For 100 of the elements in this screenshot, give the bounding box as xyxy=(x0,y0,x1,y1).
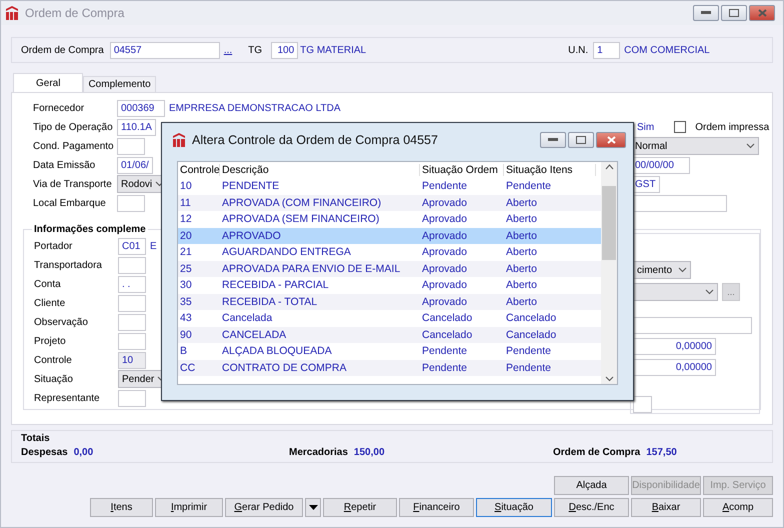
list-cell-text: Aprovado xyxy=(421,246,468,258)
list-cell-text: CANCELADA xyxy=(221,328,288,341)
list-row[interactable]: 11 APROVADA (COM FINANCEIRO) Aprovado Aberto xyxy=(178,194,601,211)
list-cell-text: Aprovado xyxy=(421,196,468,209)
list-cell-text: 20 xyxy=(179,230,193,242)
total-label: Mercadorias xyxy=(289,447,348,458)
column-header[interactable]: Descrição xyxy=(220,164,420,176)
list-cell-text: Pendente xyxy=(421,362,468,374)
action-button[interactable]: Financeiro xyxy=(399,498,474,517)
lookup-link[interactable]: ... xyxy=(224,44,232,56)
list-cell-text: Pendente xyxy=(505,362,552,374)
list-cell-text: Cancelado xyxy=(505,328,558,341)
list-cell-text: Aberto xyxy=(505,279,538,292)
field-label: Portador xyxy=(34,240,74,252)
field-label: Data Emissão xyxy=(33,160,96,170)
action-button[interactable]: Desc./Enc xyxy=(554,498,629,517)
text-field[interactable]: 00/00/00 xyxy=(631,156,690,174)
action-button[interactable]: Imprimir xyxy=(155,498,223,517)
list-cell-text: RECEBIDA - PARCIAL xyxy=(221,279,330,292)
list-row[interactable]: CC CONTRATO DE COMPRA Pendente Pendente xyxy=(178,360,601,376)
list-cell-text: Aberto xyxy=(505,246,538,258)
text-field[interactable]: 04557 xyxy=(110,42,220,58)
field-label: Cond. Pagamento xyxy=(33,140,113,152)
list-cell-text: 35 xyxy=(179,296,193,308)
list-cell-text: 25 xyxy=(179,262,193,275)
total-value: 150,00 xyxy=(354,447,385,458)
dropdown[interactable]: Normal xyxy=(631,137,759,155)
text-field[interactable]: . . xyxy=(118,276,146,292)
list-cell-text: Pendente xyxy=(505,180,552,192)
field-label: Fornecedor xyxy=(33,102,86,114)
column-header[interactable]: Situação Itens xyxy=(504,164,596,176)
action-button[interactable]: Alçada xyxy=(554,476,629,495)
group-title: Informações compleme xyxy=(33,224,147,235)
list-row[interactable]: 35 RECEBIDA - TOTAL Aprovado Aberto xyxy=(178,294,601,310)
list-cell-text: APROVADA (SEM FINANCEIRO) xyxy=(221,213,380,226)
text-field[interactable]: 000369 xyxy=(117,100,165,116)
list-cell-text: AGUARDANDO ENTREGA xyxy=(221,246,352,258)
field-description: E xyxy=(150,240,157,252)
list-cell-text: 11 xyxy=(179,196,192,209)
group-title: Totais xyxy=(21,433,51,444)
dropdown[interactable]: cimento xyxy=(633,261,691,279)
list-cell-text: 43 xyxy=(179,312,193,324)
list-cell-text: Aberto xyxy=(505,196,538,209)
list-cell-text: RECEBIDA - TOTAL xyxy=(221,296,318,308)
list-cell-text: Aprovado xyxy=(421,279,468,292)
field-label: Representante xyxy=(34,392,101,404)
list-cell-text: APROVADA PARA ENVIO DE E-MAIL xyxy=(221,262,402,275)
field-label: Situação xyxy=(34,374,74,384)
list-cell-text: APROVADA (COM FINANCEIRO) xyxy=(221,196,382,209)
field-label: Controle xyxy=(34,354,73,366)
status-value: Sim xyxy=(637,122,654,132)
text-field[interactable]: 100 xyxy=(271,42,298,58)
field-description: COM COMERCIAL xyxy=(624,44,710,56)
field-label: Tipo de Operação xyxy=(33,122,113,132)
field-label: Observação xyxy=(34,316,89,328)
field-label: Ordem de Compra xyxy=(21,44,104,56)
tab[interactable]: Geral xyxy=(13,73,84,92)
action-button[interactable]: Itens xyxy=(90,498,153,517)
list-cell-text: Pendente xyxy=(421,180,468,192)
list-cell-text: B xyxy=(179,345,188,358)
field-label: Projeto xyxy=(34,336,67,346)
list-cell-text: PENDENTE xyxy=(221,180,280,192)
read-only-field: 10 xyxy=(118,352,146,368)
action-button[interactable]: Situação xyxy=(476,498,552,517)
list-row[interactable]: 20 APROVADO Aprovado Aberto xyxy=(178,228,601,244)
text-field[interactable]: 110.1A xyxy=(117,118,156,136)
tab[interactable]: Complemento xyxy=(83,76,156,92)
list-cell-text: ALÇADA BLOQUEADA xyxy=(221,345,333,358)
list-cell-text: Aprovado xyxy=(421,262,468,275)
list-cell-text: 21 xyxy=(179,246,193,258)
field-description: TG MATERIAL xyxy=(300,44,368,56)
action-button[interactable]: Acomp xyxy=(703,498,773,517)
column-header[interactable]: Controle xyxy=(178,164,220,176)
list-cell-text: 30 xyxy=(179,279,193,292)
action-button[interactable]: Repetir xyxy=(323,498,397,517)
text-field[interactable]: C01 xyxy=(118,238,146,254)
list-row[interactable]: 90 CANCELADA Cancelado Cancelado xyxy=(178,326,601,343)
window-title: Ordem de Compra xyxy=(25,6,126,20)
text-field[interactable]: 1 xyxy=(593,42,620,58)
list-cell-text: CONTRATO DE COMPRA xyxy=(221,362,348,374)
column-header[interactable]: Situação Ordem xyxy=(420,164,504,176)
list-cell-text: Cancelado xyxy=(505,312,558,324)
total-label: Ordem de Compra xyxy=(553,447,640,458)
field-label: Cliente xyxy=(34,298,66,308)
list-row[interactable]: 25 APROVADA PARA ENVIO DE E-MAIL Aprovado Aberto xyxy=(178,260,601,277)
field-label: U.N. xyxy=(568,44,590,56)
total-label: Despesas xyxy=(21,447,68,458)
checkbox-label: Ordem impressa xyxy=(695,122,770,132)
text-field[interactable]: 01/06/ xyxy=(117,156,153,174)
field-description: EMPRRESA DEMONSTRACAO LTDA xyxy=(169,102,341,114)
list-cell-text: 10 xyxy=(179,180,193,192)
number-field[interactable]: 0,00000 xyxy=(633,358,716,376)
action-button[interactable]: Baixar xyxy=(631,498,701,517)
list-cell-text: Aprovado xyxy=(421,296,468,308)
action-button[interactable]: Gerar Pedido xyxy=(225,498,303,517)
number-field[interactable]: 0,00000 xyxy=(633,338,716,354)
total-value: 0,00 xyxy=(74,447,94,458)
field-label: Local Embarque xyxy=(33,198,107,208)
list-cell-text: Cancelado xyxy=(421,312,474,324)
list-cell-text: Aberto xyxy=(505,230,538,242)
